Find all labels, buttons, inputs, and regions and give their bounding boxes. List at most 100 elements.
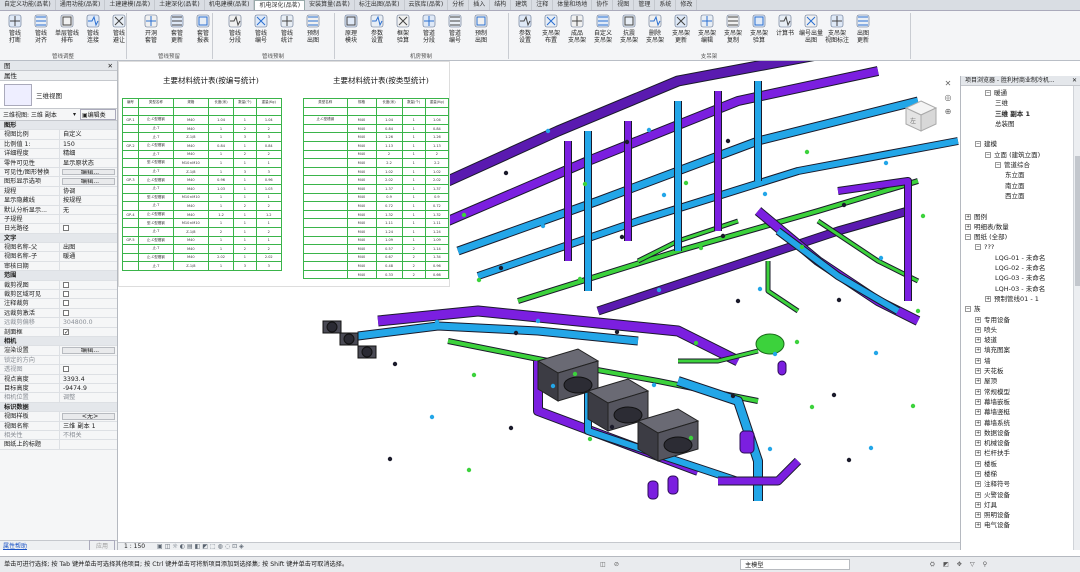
- browser-node[interactable]: + 楼板: [961, 459, 1080, 469]
- expand-icon[interactable]: +: [975, 347, 981, 354]
- tab-6[interactable]: 安装算量(品茗): [305, 0, 355, 10]
- browser-node[interactable]: + 常规模型: [961, 387, 1080, 397]
- ribbon-button-31[interactable]: 出图 更新: [852, 14, 874, 54]
- expand-icon[interactable]: +: [975, 316, 981, 323]
- ribbon-button-18[interactable]: 参数 设置: [514, 14, 536, 54]
- property-edit-button[interactable]: 编辑...: [62, 347, 115, 354]
- ribbon-button-11[interactable]: 预制 出图: [302, 14, 324, 54]
- browser-node[interactable]: + 专用设备: [961, 315, 1080, 325]
- ribbon-button-16[interactable]: 管道 编号: [444, 14, 466, 54]
- steering-wheel-icon[interactable]: ◎: [945, 93, 952, 102]
- collapse-icon[interactable]: −: [975, 141, 981, 148]
- view-selector[interactable]: 三维视图: 三维 副本: [3, 110, 73, 119]
- expand-icon[interactable]: +: [975, 470, 981, 477]
- view-control-icons[interactable]: ▣◫☼◐▤◧◩⬚◍◌⊡◈: [157, 543, 246, 550]
- status-tools[interactable]: ⛭ ◩ ✥ ▽ ⚲: [930, 557, 990, 572]
- expand-icon[interactable]: +: [975, 409, 981, 416]
- browser-node[interactable]: − 图纸 (全部): [961, 232, 1080, 242]
- chevron-down-icon[interactable]: ▾: [73, 111, 79, 118]
- property-value[interactable]: [60, 281, 117, 289]
- scrollbar-thumb[interactable]: [1075, 156, 1080, 286]
- property-value[interactable]: [60, 365, 117, 373]
- ribbon-button-26[interactable]: 支吊架 复制: [722, 14, 744, 54]
- browser-node[interactable]: + 照明设备: [961, 510, 1080, 520]
- browser-node[interactable]: + 幕墙竖梃: [961, 407, 1080, 417]
- browser-node[interactable]: − 管道综合: [961, 160, 1080, 170]
- collapse-icon[interactable]: −: [975, 244, 981, 251]
- tab-4[interactable]: 机电建模(品茗): [205, 0, 255, 10]
- property-edit-button[interactable]: 编辑...: [62, 168, 115, 176]
- browser-node[interactable]: + 预制管线01 - 1: [961, 294, 1080, 304]
- browser-node[interactable]: LQG-03 - 未命名: [961, 273, 1080, 283]
- close-icon[interactable]: ✕: [108, 61, 113, 71]
- ribbon-button-23[interactable]: 删除 支吊架: [644, 14, 666, 54]
- tab-0[interactable]: 自定义功能(品茗): [0, 0, 56, 10]
- browser-node[interactable]: + 喷头: [961, 325, 1080, 335]
- expand-icon[interactable]: +: [975, 450, 981, 457]
- properties-help-link[interactable]: 属性帮助: [3, 541, 27, 550]
- property-checkbox[interactable]: [63, 291, 69, 298]
- tab-14[interactable]: 体量和场地: [553, 0, 593, 10]
- ribbon-button-17[interactable]: 预制 出图: [470, 14, 492, 54]
- browser-node[interactable]: 南立面: [961, 181, 1080, 191]
- browser-node[interactable]: + 火警设备: [961, 490, 1080, 500]
- ribbon-button-14[interactable]: 框架 验算: [392, 14, 414, 54]
- tab-16[interactable]: 视图: [613, 0, 635, 10]
- ribbon-button-28[interactable]: 计算书: [774, 14, 796, 54]
- expand-icon[interactable]: +: [975, 388, 981, 395]
- close-icon[interactable]: ✕: [1072, 76, 1077, 86]
- property-checkbox[interactable]: [63, 281, 69, 288]
- collapse-icon[interactable]: −: [965, 306, 971, 313]
- property-checkbox[interactable]: [63, 328, 69, 335]
- tab-18[interactable]: 系统: [655, 0, 677, 10]
- tab-8[interactable]: 云族库(品茗): [405, 0, 449, 10]
- model-selector[interactable]: 主模型: [740, 559, 850, 570]
- ribbon-button-8[interactable]: 管线 分段: [224, 14, 246, 54]
- tab-7[interactable]: 标注出图(品茗): [355, 0, 405, 10]
- ribbon-button-29[interactable]: 编号出量 出图: [799, 14, 823, 54]
- property-value[interactable]: [60, 224, 117, 232]
- ribbon-button-3[interactable]: 管线 连接: [82, 14, 104, 54]
- expand-icon[interactable]: +: [975, 419, 981, 426]
- ribbon-button-7[interactable]: 套管 报表: [192, 14, 214, 54]
- ribbon-button-1[interactable]: 管线 对齐: [30, 14, 52, 54]
- expand-icon[interactable]: +: [975, 368, 981, 375]
- expand-icon[interactable]: +: [985, 295, 991, 302]
- property-group[interactable]: 标识数据: [0, 402, 117, 413]
- browser-node[interactable]: + 机械设备: [961, 438, 1080, 448]
- browser-node[interactable]: + 注释符号: [961, 479, 1080, 489]
- tab-2[interactable]: 土建建模(品茗): [105, 0, 156, 10]
- ribbon-button-24[interactable]: 支吊架 更新: [670, 14, 692, 54]
- browser-node[interactable]: − 族: [961, 304, 1080, 314]
- property-group[interactable]: 文字: [0, 233, 117, 244]
- type-selector[interactable]: 三维视图: [0, 81, 117, 109]
- expand-icon[interactable]: +: [975, 440, 981, 447]
- property-group[interactable]: 范围: [0, 271, 117, 281]
- property-value[interactable]: [60, 328, 117, 336]
- browser-node[interactable]: 三维: [961, 98, 1080, 108]
- ribbon-button-30[interactable]: 支吊架 视图标注: [825, 14, 849, 54]
- browser-node[interactable]: LQH-03 - 未命名: [961, 284, 1080, 294]
- property-checkbox[interactable]: [63, 309, 69, 316]
- ribbon-button-9[interactable]: 管线 编号: [250, 14, 272, 54]
- tab-13[interactable]: 注释: [532, 0, 554, 10]
- browser-node[interactable]: + 幕墙系统: [961, 418, 1080, 428]
- property-group[interactable]: 图形: [0, 121, 117, 131]
- expand-icon[interactable]: +: [975, 460, 981, 467]
- tab-11[interactable]: 结构: [490, 0, 512, 10]
- browser-node[interactable]: + 电气设备: [961, 520, 1080, 530]
- ribbon-button-13[interactable]: 参数 设置: [366, 14, 388, 54]
- browser-node[interactable]: LQG-02 - 未命名: [961, 263, 1080, 273]
- browser-node[interactable]: + 灯具: [961, 500, 1080, 510]
- property-value[interactable]: [60, 290, 117, 298]
- browser-node[interactable]: 东立面: [961, 170, 1080, 180]
- browser-node[interactable]: 西立面: [961, 191, 1080, 201]
- expand-icon[interactable]: +: [975, 522, 981, 529]
- expand-icon[interactable]: +: [975, 429, 981, 436]
- ribbon-button-20[interactable]: 成品 支吊架: [566, 14, 588, 54]
- browser-node[interactable]: + 屋顶: [961, 376, 1080, 386]
- tab-17[interactable]: 管理: [634, 0, 656, 10]
- zoom-icon[interactable]: ⊕: [945, 107, 952, 116]
- view-scale[interactable]: 1 : 150: [124, 543, 145, 550]
- ribbon-button-19[interactable]: 支吊架 布置: [540, 14, 562, 54]
